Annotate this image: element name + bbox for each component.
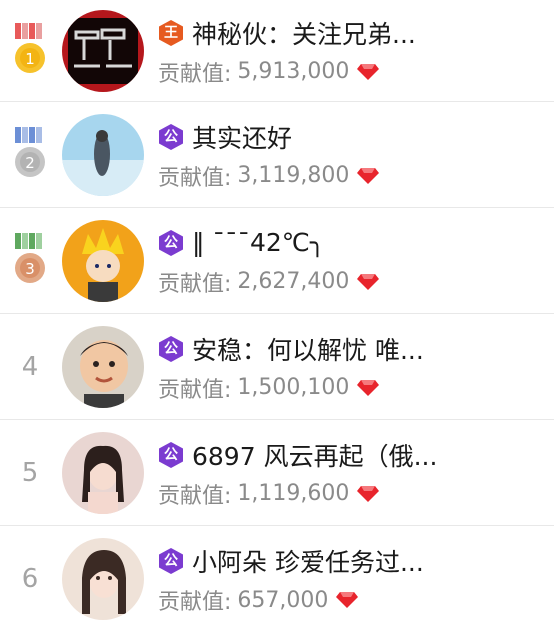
contribution-ranking-list: 1 王 神秘伙：关注兄弟... 贡献值: 5,913,000 2 公 其实还好 … xyxy=(0,0,554,634)
avatar[interactable] xyxy=(62,219,144,302)
avatar[interactable] xyxy=(62,9,144,92)
contribution-label: 贡献值: xyxy=(158,271,232,297)
fan-badge-icon: 公 xyxy=(158,229,184,257)
user-name: 其实还好 xyxy=(192,123,293,153)
contribution-label: 贡献值: xyxy=(158,590,232,615)
rank-number: 6 xyxy=(21,564,39,594)
ranking-row[interactable]: 1 王 神秘伙：关注兄弟... 贡献值: 5,913,000 xyxy=(0,0,554,102)
ruby-gem-icon xyxy=(357,485,380,502)
contribution-label: 贡献值: xyxy=(158,377,232,403)
ranking-row[interactable]: 2 公 其实还好 贡献值: 3,119,800 xyxy=(0,102,554,208)
fan-badge-icon: 公 xyxy=(158,547,184,575)
king-badge-icon: 王 xyxy=(158,19,184,47)
fan-badge-icon: 公 xyxy=(158,335,184,363)
contribution-value: 2,627,400 xyxy=(237,269,350,294)
ranking-row[interactable]: 3 公 ‖ ˉˉˉ42℃╮ 贡献值: 2,627,400 xyxy=(0,208,554,314)
contribution-value: 1,500,100 xyxy=(237,375,350,400)
avatar[interactable] xyxy=(62,538,144,620)
gold-medal-icon: 1 xyxy=(15,22,45,73)
ranking-row[interactable]: 6 公 小阿朵 珍爱任务过... 贡献值: 657,000 xyxy=(0,526,554,632)
user-name: 小阿朵 珍爱任务过... xyxy=(192,548,424,577)
ruby-gem-icon xyxy=(357,63,380,80)
contribution-label: 贡献值: xyxy=(158,165,232,191)
avatar[interactable] xyxy=(62,325,144,408)
user-name: 神秘伙：关注兄弟... xyxy=(192,19,416,49)
user-name: 安稳：何以解忧 唯... xyxy=(192,335,424,365)
rank-number: 5 xyxy=(21,457,39,488)
ranking-row[interactable]: 5 公 6897 风云再起（俄... 贡献值: 1,119,600 xyxy=(0,420,554,526)
avatar[interactable] xyxy=(62,113,144,196)
ruby-gem-icon xyxy=(357,379,380,396)
fan-badge-icon: 公 xyxy=(158,123,184,151)
contribution-value: 1,119,600 xyxy=(237,481,350,506)
bronze-medal-icon: 3 xyxy=(15,232,45,283)
user-name: ‖ ˉˉˉ42℃╮ xyxy=(192,228,325,257)
svg-text:1: 1 xyxy=(25,50,35,68)
rank-number: 4 xyxy=(21,351,39,382)
user-name: 6897 风云再起（俄... xyxy=(192,441,438,471)
contribution-value: 3,119,800 xyxy=(237,163,350,188)
ruby-gem-icon xyxy=(357,273,380,290)
ruby-gem-icon xyxy=(336,592,359,608)
silver-medal-icon: 2 xyxy=(15,126,45,177)
ranking-row[interactable]: 4 公 安稳：何以解忧 唯... 贡献值: 1,500,100 xyxy=(0,314,554,420)
contribution-value: 5,913,000 xyxy=(237,59,350,84)
fan-badge-icon: 公 xyxy=(158,441,184,469)
contribution-value: 657,000 xyxy=(237,587,329,613)
svg-text:2: 2 xyxy=(25,154,35,172)
svg-text:3: 3 xyxy=(25,260,35,278)
ruby-gem-icon xyxy=(357,167,380,184)
contribution-label: 贡献值: xyxy=(158,483,232,509)
avatar[interactable] xyxy=(62,431,144,514)
contribution-label: 贡献值: xyxy=(158,61,232,87)
